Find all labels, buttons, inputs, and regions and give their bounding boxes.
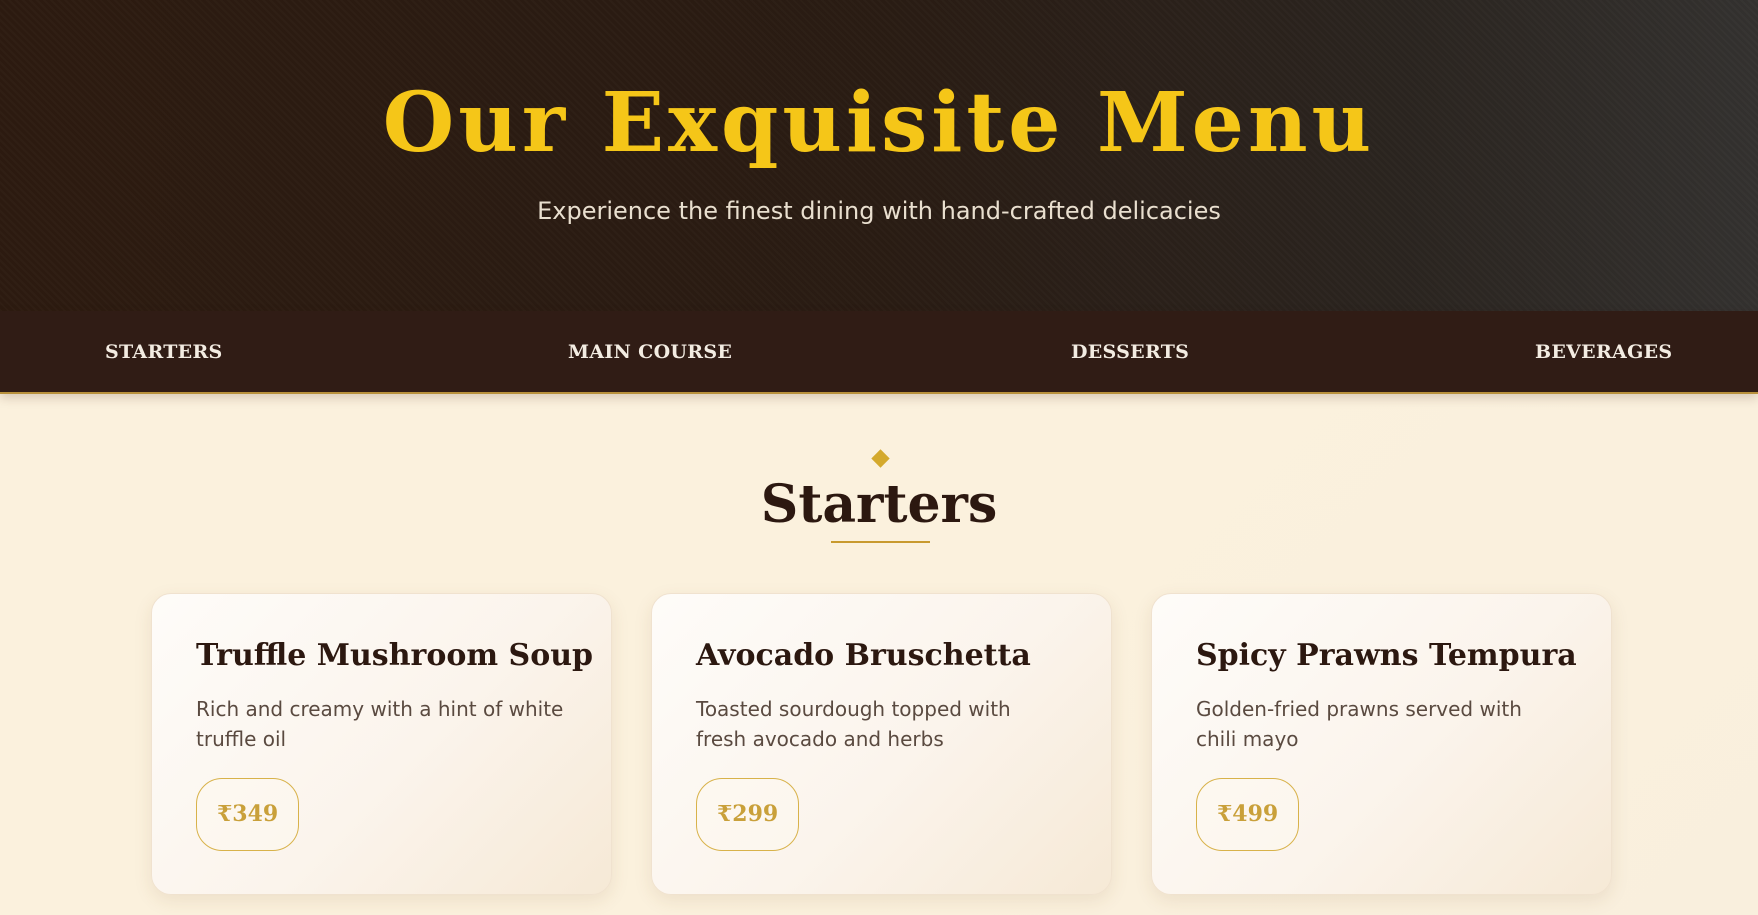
- price-badge[interactable]: ₹349: [196, 778, 300, 851]
- menu-item-description: Toasted sourdough topped with fresh avoc…: [696, 697, 1011, 751]
- price-badge[interactable]: ₹499: [1196, 778, 1300, 851]
- section-divider: [831, 541, 930, 543]
- hero-banner: Our Exquisite Menu Experience the finest…: [0, 0, 1758, 311]
- menu-item-description: Rich and creamy with a hint of white tru…: [196, 697, 564, 751]
- category-nav: STARTERS MAIN COURSE DESSERTS BEVERAGES: [0, 311, 1758, 394]
- menu-item-description: Golden-fried prawns served with chili ma…: [1196, 697, 1522, 751]
- nav-item-starters[interactable]: STARTERS: [105, 311, 223, 394]
- nav-item-desserts[interactable]: DESSERTS: [1071, 311, 1189, 394]
- menu-item-name: Truffle Mushroom Soup: [196, 638, 593, 673]
- nav-item-beverages[interactable]: BEVERAGES: [1535, 311, 1672, 394]
- menu-item-name: Spicy Prawns Tempura: [1196, 638, 1577, 673]
- diamond-icon: [871, 449, 890, 468]
- page-title: Our Exquisite Menu: [382, 75, 1376, 171]
- section-title: Starters: [760, 474, 998, 535]
- menu-item-name: Avocado Bruschetta: [696, 638, 1031, 673]
- menu-card[interactable]: Truffle Mushroom Soup Rich and creamy wi…: [151, 593, 612, 895]
- nav-item-main-course[interactable]: MAIN COURSE: [568, 311, 732, 394]
- page-subtitle: Experience the finest dining with hand-c…: [537, 197, 1221, 225]
- menu-card[interactable]: Avocado Bruschetta Toasted sourdough top…: [651, 593, 1112, 895]
- price-badge[interactable]: ₹299: [696, 778, 800, 851]
- menu-card[interactable]: Spicy Prawns Tempura Golden-fried prawns…: [1151, 593, 1612, 895]
